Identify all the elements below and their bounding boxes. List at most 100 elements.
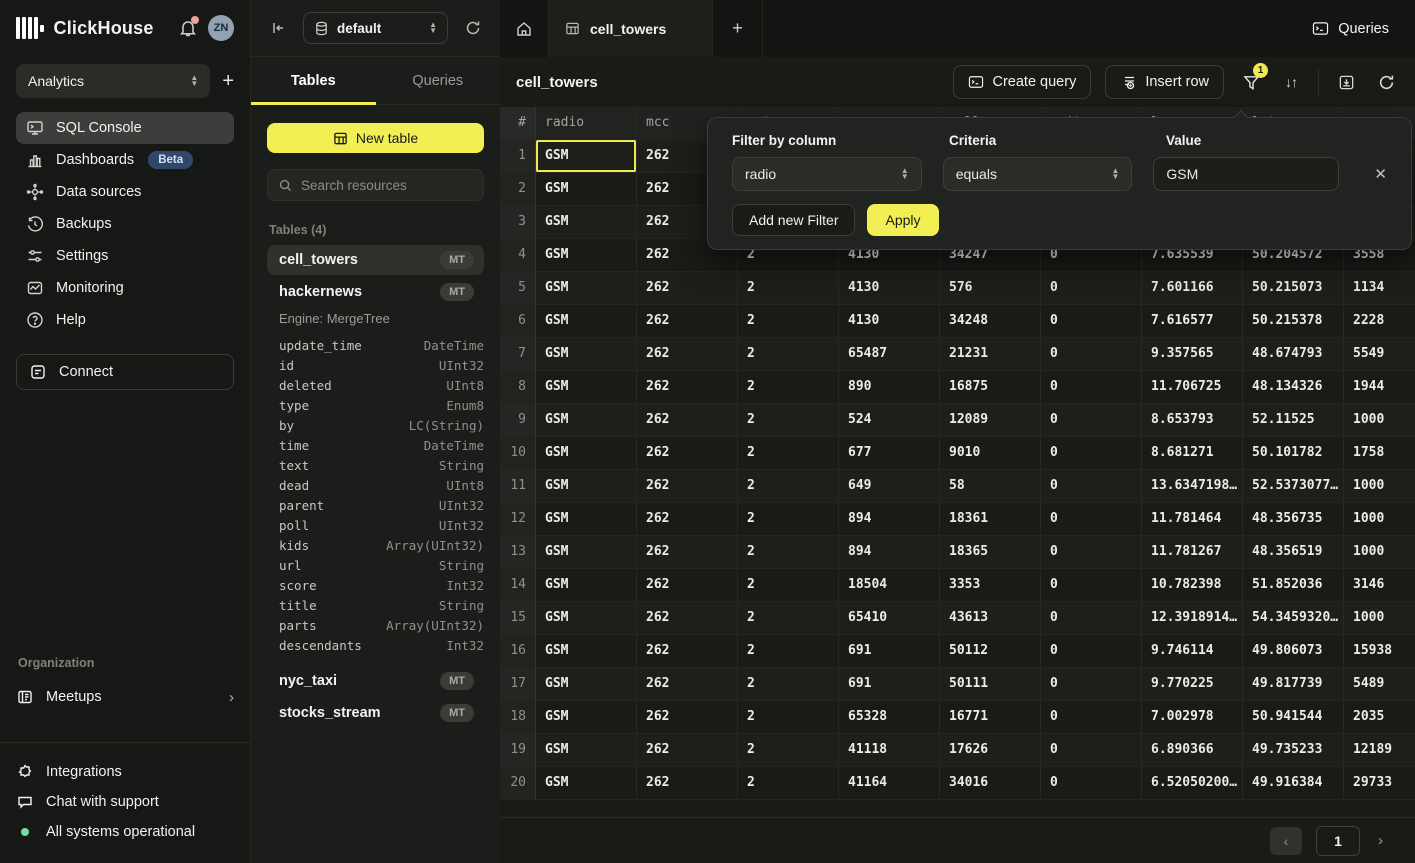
data-cell[interactable]: 12.3918914… [1142,602,1243,635]
data-cell[interactable]: 7.616577 [1142,305,1243,338]
data-cell[interactable]: GSM [536,338,637,371]
row-number-header[interactable]: # [500,107,536,140]
data-cell[interactable]: 677 [839,437,940,470]
data-cell[interactable]: 5489 [1344,668,1415,701]
new-table-button[interactable]: New table [267,123,484,153]
data-cell[interactable]: 890 [839,371,940,404]
data-cell[interactable]: 3146 [1344,569,1415,602]
queries-button[interactable]: Queries [1286,0,1415,57]
data-cell[interactable]: 0 [1041,668,1142,701]
data-cell[interactable]: 6.52050200… [1142,767,1243,800]
data-cell[interactable]: 9.746114 [1142,635,1243,668]
data-cell[interactable]: GSM [536,536,637,569]
filter-button[interactable]: 1 [1238,69,1264,95]
data-cell[interactable]: 12089 [940,404,1041,437]
data-cell[interactable]: 41164 [839,767,940,800]
data-cell[interactable]: 8.681271 [1142,437,1243,470]
apply-filter-button[interactable]: Apply [867,204,938,236]
row-number[interactable]: 4 [500,239,536,272]
data-cell[interactable]: 262 [637,734,738,767]
table-item-stocks-stream[interactable]: stocks_stream MT [267,698,484,728]
data-cell[interactable]: GSM [536,206,637,239]
data-cell[interactable]: GSM [536,767,637,800]
data-cell[interactable]: 1944 [1344,371,1415,404]
system-status[interactable]: All systems operational [16,817,234,847]
row-number[interactable]: 17 [500,668,536,701]
data-cell[interactable]: 13.6347198… [1142,470,1243,503]
refresh-button[interactable] [1373,69,1399,95]
table-item-cell-towers[interactable]: cell_towers MT [267,245,484,275]
filter-value-input[interactable] [1153,157,1339,191]
data-cell[interactable]: 11.781267 [1142,536,1243,569]
data-cell[interactable]: 0 [1041,503,1142,536]
data-cell[interactable]: 0 [1041,338,1142,371]
data-cell[interactable]: 2035 [1344,701,1415,734]
data-cell[interactable]: 262 [637,338,738,371]
data-cell[interactable]: 262 [637,635,738,668]
integrations-link[interactable]: Integrations [16,757,234,787]
data-cell[interactable]: 9.770225 [1142,668,1243,701]
data-cell[interactable]: 691 [839,668,940,701]
sidebar-item-dashboards[interactable]: Dashboards Beta [16,144,234,176]
data-cell[interactable]: 52.11525 [1243,404,1344,437]
data-cell[interactable]: 0 [1041,371,1142,404]
chat-support-link[interactable]: Chat with support [16,787,234,817]
data-cell[interactable]: 2 [738,272,839,305]
data-cell[interactable]: 48.674793 [1243,338,1344,371]
data-cell[interactable]: 7.601166 [1142,272,1243,305]
refresh-panel-icon[interactable] [460,15,486,41]
data-cell[interactable]: 34016 [940,767,1041,800]
download-button[interactable] [1333,69,1359,95]
data-cell[interactable]: 1000 [1344,536,1415,569]
data-cell[interactable]: 2 [738,536,839,569]
data-cell[interactable]: 262 [637,701,738,734]
row-number[interactable]: 18 [500,701,536,734]
filter-criteria-select[interactable]: equals ▲▼ [943,157,1133,191]
search-input[interactable] [301,178,473,193]
row-number[interactable]: 1 [500,140,536,173]
data-cell[interactable]: 2 [738,503,839,536]
search-resources[interactable] [267,169,484,201]
row-number[interactable]: 2 [500,173,536,206]
data-cell[interactable]: 4130 [839,305,940,338]
sidebar-item-meetups[interactable]: Meetups › [16,682,234,712]
data-cell[interactable]: 4130 [839,272,940,305]
data-cell[interactable]: 48.356519 [1243,536,1344,569]
data-cell[interactable]: 50112 [940,635,1041,668]
tab-queries[interactable]: Queries [376,57,501,104]
data-cell[interactable]: 50.215073 [1243,272,1344,305]
data-cell[interactable]: 65328 [839,701,940,734]
workspace-select[interactable]: Analytics ▲▼ [16,64,210,98]
data-cell[interactable]: 0 [1041,536,1142,569]
row-number[interactable]: 12 [500,503,536,536]
data-cell[interactable]: GSM [536,569,637,602]
data-cell[interactable]: GSM [536,305,637,338]
row-number[interactable]: 15 [500,602,536,635]
data-cell[interactable]: 2 [738,635,839,668]
data-cell[interactable]: 649 [839,470,940,503]
data-cell[interactable]: 2 [738,404,839,437]
data-cell[interactable]: 54.3459320… [1243,602,1344,635]
data-cell[interactable]: 2 [738,602,839,635]
data-cell[interactable]: 262 [637,536,738,569]
data-cell[interactable]: 1000 [1344,404,1415,437]
data-cell[interactable]: 51.852036 [1243,569,1344,602]
data-cell[interactable]: 17626 [940,734,1041,767]
data-cell[interactable]: 2228 [1344,305,1415,338]
table-item-nyc-taxi[interactable]: nyc_taxi MT [267,666,484,696]
current-page[interactable]: 1 [1316,826,1360,856]
data-cell[interactable]: 2 [738,569,839,602]
sidebar-item-help[interactable]: Help [16,304,234,336]
data-cell[interactable]: 48.134326 [1243,371,1344,404]
data-cell[interactable]: 262 [637,404,738,437]
data-cell[interactable]: 0 [1041,635,1142,668]
data-cell[interactable]: 41118 [839,734,940,767]
row-number[interactable]: 14 [500,569,536,602]
data-cell[interactable]: 49.817739 [1243,668,1344,701]
data-cell[interactable]: 18504 [839,569,940,602]
data-cell[interactable]: 262 [637,437,738,470]
data-cell[interactable]: 0 [1041,701,1142,734]
insert-row-button[interactable]: Insert row [1105,65,1224,99]
data-cell[interactable]: 43613 [940,602,1041,635]
data-cell[interactable]: GSM [536,371,637,404]
